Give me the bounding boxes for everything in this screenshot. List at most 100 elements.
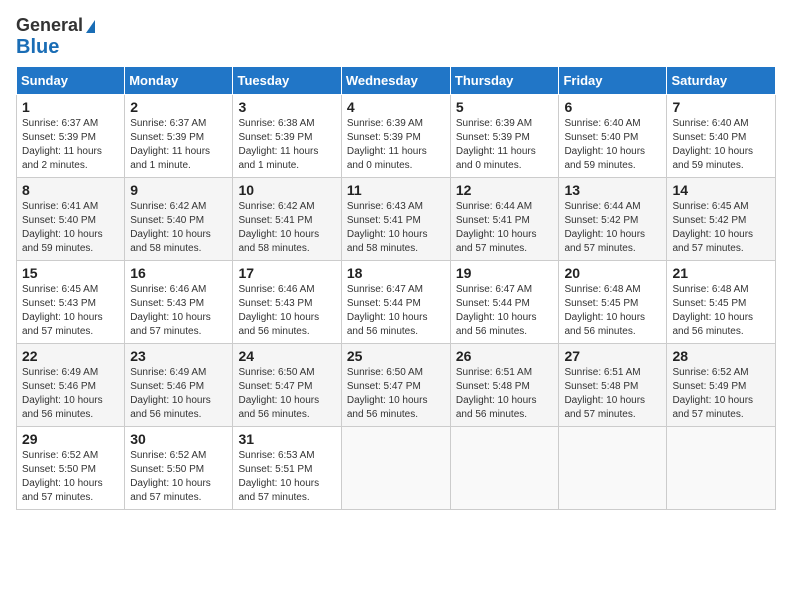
calendar-cell: 14 Sunrise: 6:45 AM Sunset: 5:42 PM Dayli…	[667, 177, 776, 260]
calendar-cell: 11Sunrise: 6:43 AM Sunset: 5:41 PM Dayli…	[341, 177, 450, 260]
day-detail: Sunrise: 6:52 AM Sunset: 5:50 PM Dayligh…	[22, 449, 119, 505]
weekday-saturday: Saturday	[667, 66, 776, 94]
day-detail: Sunrise: 6:49 AM Sunset: 5:46 PM Dayligh…	[22, 366, 119, 422]
day-number: 17	[238, 265, 335, 281]
calendar-cell: 21 Sunrise: 6:48 AM Sunset: 5:45 PM Dayli…	[667, 260, 776, 343]
day-detail: Sunrise: 6:37 AM Sunset: 5:39 PM Dayligh…	[130, 117, 227, 173]
day-number: 29	[22, 431, 119, 447]
day-detail: Sunrise: 6:51 AM Sunset: 5:48 PM Dayligh…	[564, 366, 661, 422]
day-detail: Sunrise: 6:46 AM Sunset: 5:43 PM Dayligh…	[130, 283, 227, 339]
day-detail: Sunrise: 6:48 AM Sunset: 5:45 PM Dayligh…	[564, 283, 661, 339]
calendar-cell: 10Sunrise: 6:42 AM Sunset: 5:41 PM Dayli…	[233, 177, 341, 260]
weekday-monday: Monday	[125, 66, 233, 94]
day-number: 25	[347, 348, 445, 364]
day-number: 27	[564, 348, 661, 364]
page-header: General Blue	[16, 16, 776, 58]
calendar-cell: 31 Sunrise: 6:53 AM Sunset: 5:51 PM Dayli…	[233, 426, 341, 509]
day-number: 3	[238, 99, 335, 115]
day-detail: Sunrise: 6:45 AM Sunset: 5:42 PM Dayligh…	[672, 200, 770, 256]
calendar-cell: 19 Sunrise: 6:47 AM Sunset: 5:44 PM Dayli…	[450, 260, 559, 343]
calendar-cell: 23Sunrise: 6:49 AM Sunset: 5:46 PM Dayli…	[125, 343, 233, 426]
weekday-sunday: Sunday	[17, 66, 125, 94]
day-number: 10	[238, 182, 335, 198]
day-number: 16	[130, 265, 227, 281]
calendar-cell: 3 Sunrise: 6:38 AM Sunset: 5:39 PM Daylig…	[233, 94, 341, 177]
day-detail: Sunrise: 6:39 AM Sunset: 5:39 PM Dayligh…	[456, 117, 554, 173]
calendar-cell	[450, 426, 559, 509]
day-number: 24	[238, 348, 335, 364]
day-detail: Sunrise: 6:52 AM Sunset: 5:49 PM Dayligh…	[672, 366, 770, 422]
calendar-cell: 7 Sunrise: 6:40 AM Sunset: 5:40 PM Daylig…	[667, 94, 776, 177]
day-detail: Sunrise: 6:42 AM Sunset: 5:40 PM Dayligh…	[130, 200, 227, 256]
calendar-cell: 4 Sunrise: 6:39 AM Sunset: 5:39 PM Daylig…	[341, 94, 450, 177]
calendar-cell: 1 Sunrise: 6:37 AM Sunset: 5:39 PM Daylig…	[17, 94, 125, 177]
day-number: 6	[564, 99, 661, 115]
day-number: 2	[130, 99, 227, 115]
logo-blue: Blue	[16, 36, 59, 58]
calendar-cell: 28 Sunrise: 6:52 AM Sunset: 5:49 PM Dayli…	[667, 343, 776, 426]
day-detail: Sunrise: 6:44 AM Sunset: 5:42 PM Dayligh…	[564, 200, 661, 256]
calendar-cell: 29 Sunrise: 6:52 AM Sunset: 5:50 PM Dayli…	[17, 426, 125, 509]
day-detail: Sunrise: 6:51 AM Sunset: 5:48 PM Dayligh…	[456, 366, 554, 422]
day-detail: Sunrise: 6:46 AM Sunset: 5:43 PM Dayligh…	[238, 283, 335, 339]
day-number: 9	[130, 182, 227, 198]
day-number: 14	[672, 182, 770, 198]
day-detail: Sunrise: 6:52 AM Sunset: 5:50 PM Dayligh…	[130, 449, 227, 505]
day-detail: Sunrise: 6:53 AM Sunset: 5:51 PM Dayligh…	[238, 449, 335, 505]
calendar-cell: 8Sunrise: 6:41 AM Sunset: 5:40 PM Daylig…	[17, 177, 125, 260]
day-number: 28	[672, 348, 770, 364]
day-number: 20	[564, 265, 661, 281]
day-number: 18	[347, 265, 445, 281]
logo: General Blue	[16, 16, 95, 58]
day-number: 11	[347, 182, 445, 198]
day-detail: Sunrise: 6:50 AM Sunset: 5:47 PM Dayligh…	[238, 366, 335, 422]
calendar-cell	[559, 426, 667, 509]
day-number: 12	[456, 182, 554, 198]
day-number: 21	[672, 265, 770, 281]
day-number: 7	[672, 99, 770, 115]
day-number: 8	[22, 182, 119, 198]
calendar-cell: 5 Sunrise: 6:39 AM Sunset: 5:39 PM Daylig…	[450, 94, 559, 177]
calendar-cell: 13 Sunrise: 6:44 AM Sunset: 5:42 PM Dayli…	[559, 177, 667, 260]
calendar-cell: 27 Sunrise: 6:51 AM Sunset: 5:48 PM Dayli…	[559, 343, 667, 426]
day-number: 19	[456, 265, 554, 281]
day-number: 1	[22, 99, 119, 115]
calendar-cell	[667, 426, 776, 509]
calendar-cell: 16 Sunrise: 6:46 AM Sunset: 5:43 PM Dayli…	[125, 260, 233, 343]
calendar-cell: 26 Sunrise: 6:51 AM Sunset: 5:48 PM Dayli…	[450, 343, 559, 426]
calendar-cell: 18Sunrise: 6:47 AM Sunset: 5:44 PM Dayli…	[341, 260, 450, 343]
calendar-cell: 6 Sunrise: 6:40 AM Sunset: 5:40 PM Daylig…	[559, 94, 667, 177]
day-detail: Sunrise: 6:39 AM Sunset: 5:39 PM Dayligh…	[347, 117, 445, 173]
logo-text: General	[16, 16, 95, 36]
calendar-cell: 12 Sunrise: 6:44 AM Sunset: 5:41 PM Dayli…	[450, 177, 559, 260]
day-number: 31	[238, 431, 335, 447]
calendar-table: SundayMondayTuesdayWednesdayThursdayFrid…	[16, 66, 776, 510]
day-number: 22	[22, 348, 119, 364]
day-number: 26	[456, 348, 554, 364]
day-number: 15	[22, 265, 119, 281]
calendar-cell: 24 Sunrise: 6:50 AM Sunset: 5:47 PM Dayli…	[233, 343, 341, 426]
day-number: 5	[456, 99, 554, 115]
day-detail: Sunrise: 6:48 AM Sunset: 5:45 PM Dayligh…	[672, 283, 770, 339]
day-number: 30	[130, 431, 227, 447]
weekday-thursday: Thursday	[450, 66, 559, 94]
day-detail: Sunrise: 6:38 AM Sunset: 5:39 PM Dayligh…	[238, 117, 335, 173]
calendar-cell: 2 Sunrise: 6:37 AM Sunset: 5:39 PM Daylig…	[125, 94, 233, 177]
weekday-wednesday: Wednesday	[341, 66, 450, 94]
day-detail: Sunrise: 6:47 AM Sunset: 5:44 PM Dayligh…	[456, 283, 554, 339]
day-detail: Sunrise: 6:50 AM Sunset: 5:47 PM Dayligh…	[347, 366, 445, 422]
day-detail: Sunrise: 6:40 AM Sunset: 5:40 PM Dayligh…	[672, 117, 770, 173]
calendar-cell: 9 Sunrise: 6:42 AM Sunset: 5:40 PM Daylig…	[125, 177, 233, 260]
day-number: 4	[347, 99, 445, 115]
calendar-cell: 22 Sunrise: 6:49 AM Sunset: 5:46 PM Dayli…	[17, 343, 125, 426]
calendar-cell: 20 Sunrise: 6:48 AM Sunset: 5:45 PM Dayli…	[559, 260, 667, 343]
calendar-cell: 15 Sunrise: 6:45 AM Sunset: 5:43 PM Dayli…	[17, 260, 125, 343]
calendar-cell: 25 Sunrise: 6:50 AM Sunset: 5:47 PM Dayli…	[341, 343, 450, 426]
day-detail: Sunrise: 6:40 AM Sunset: 5:40 PM Dayligh…	[564, 117, 661, 173]
day-number: 23	[130, 348, 227, 364]
day-detail: Sunrise: 6:44 AM Sunset: 5:41 PM Dayligh…	[456, 200, 554, 256]
day-detail: Sunrise: 6:45 AM Sunset: 5:43 PM Dayligh…	[22, 283, 119, 339]
day-number: 13	[564, 182, 661, 198]
day-detail: Sunrise: 6:37 AM Sunset: 5:39 PM Dayligh…	[22, 117, 119, 173]
calendar-cell: 30 Sunrise: 6:52 AM Sunset: 5:50 PM Dayli…	[125, 426, 233, 509]
